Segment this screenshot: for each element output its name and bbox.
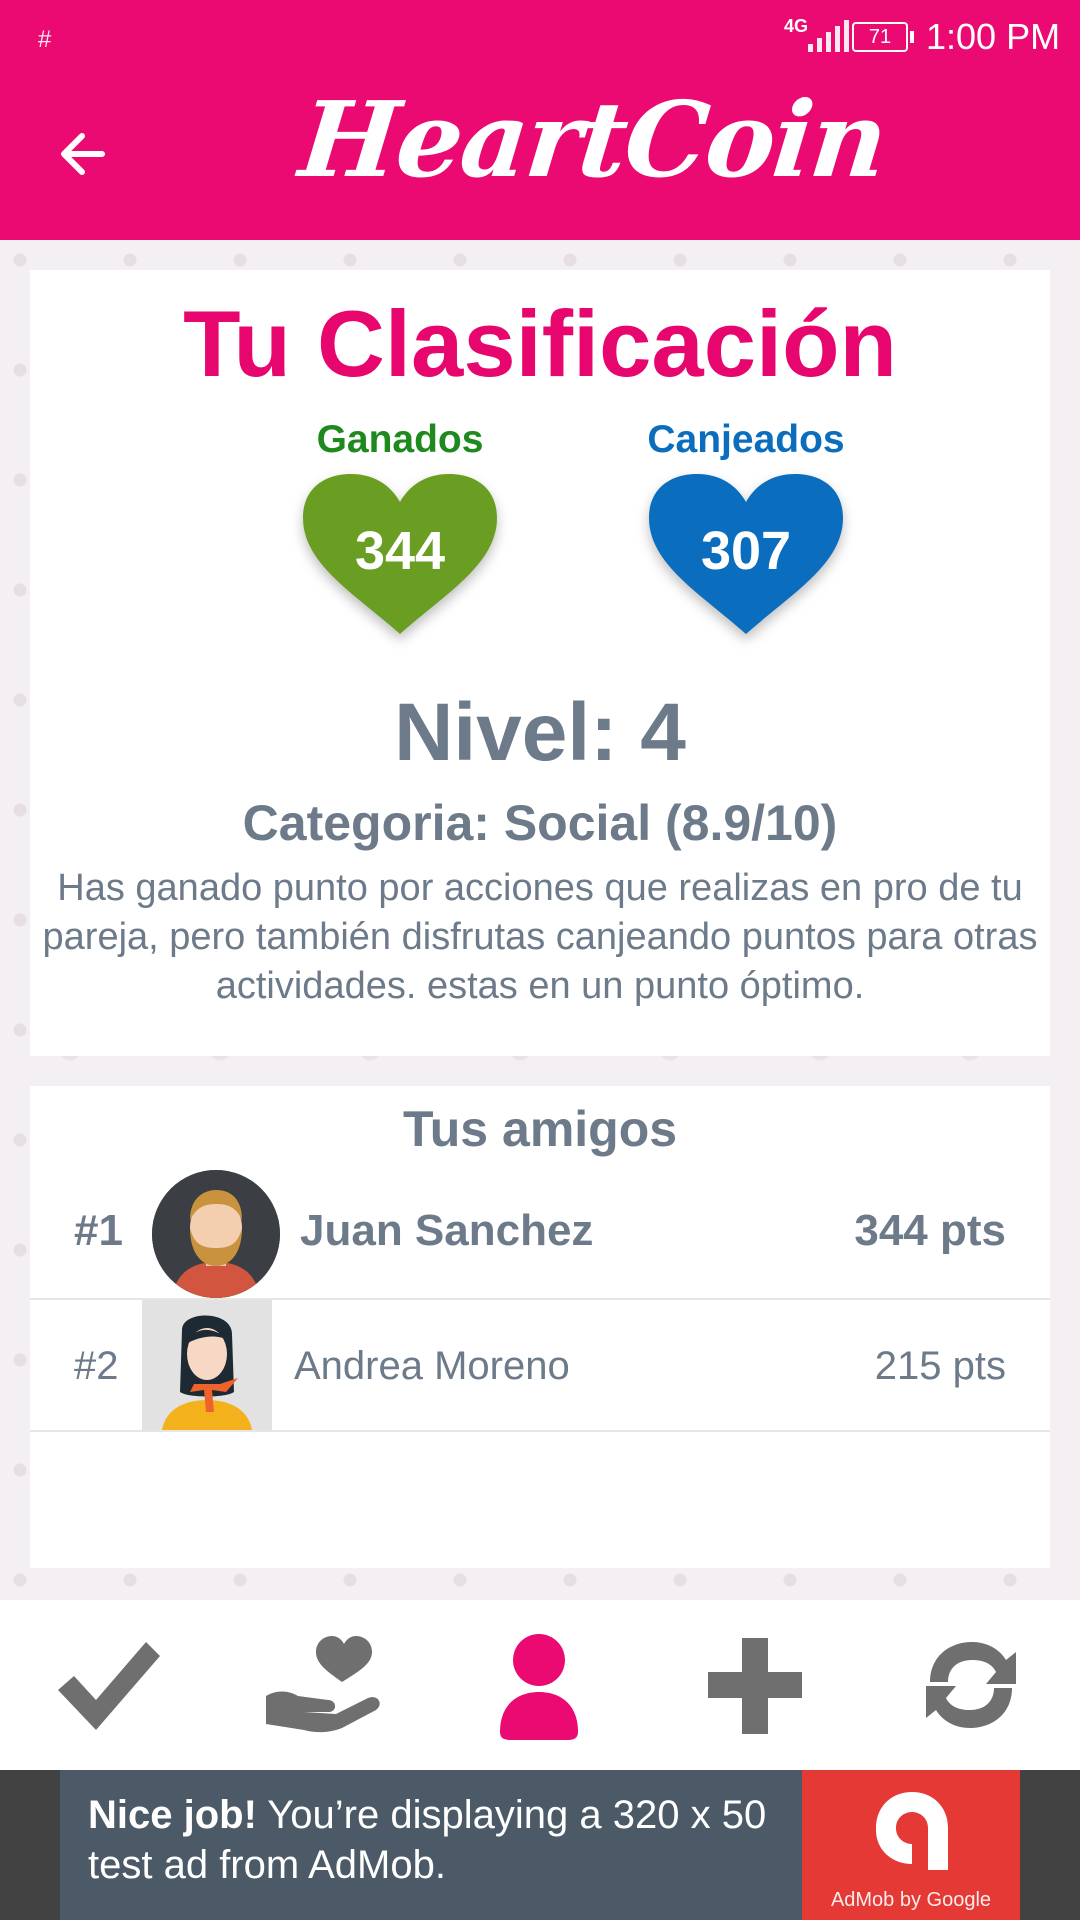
- woman-avatar-icon: [142, 1300, 272, 1430]
- nav-profile-button[interactable]: [474, 1620, 604, 1750]
- avatar: [142, 1300, 272, 1430]
- admob-icon: [876, 1792, 948, 1870]
- redeemed-value: 307: [700, 521, 792, 581]
- friend-row[interactable]: #2 Andrea Moreno 215 pts: [30, 1300, 1050, 1432]
- category-description: Has ganado punto por acciones que realiz…: [42, 867, 1038, 1007]
- friend-name: Andrea Moreno: [294, 1344, 570, 1388]
- bottom-navigation: [0, 1600, 1080, 1770]
- app-logo-title: HeartCoin: [294, 78, 892, 201]
- ranking-card: Tu Clasificación Ganados 344 Canjeados 3…: [30, 270, 1050, 1056]
- nav-tasks-button[interactable]: [44, 1620, 174, 1750]
- network-type: 4G: [784, 16, 809, 36]
- earned-label: Ganados: [316, 418, 484, 461]
- category-text: Categoria: Social (8.9/10): [242, 795, 838, 851]
- friend-points: 344 pts: [854, 1206, 1006, 1255]
- sync-icon: [926, 1642, 1016, 1728]
- clock: 1:00 PM: [926, 16, 1061, 57]
- admob-logo: AdMob by Google: [802, 1770, 1020, 1920]
- status-bar: # 4G 71 1:00 PM: [0, 0, 1080, 76]
- nav-redeem-button[interactable]: [258, 1620, 388, 1750]
- earned-value: 344: [354, 521, 446, 581]
- ad-banner[interactable]: Nice job! You’re displaying a 320 x 50 t…: [60, 1770, 1020, 1920]
- earned-heart: 344: [295, 468, 505, 640]
- friend-row[interactable]: #1 Juan Sanchez 344 pts: [30, 1168, 1050, 1300]
- level-text: Nivel: 4: [394, 687, 686, 778]
- redeemed-stat: Canjeados 307: [626, 418, 866, 640]
- friends-card: Tus amigos #1 Juan Sanchez 344 pts #2 An…: [30, 1086, 1050, 1568]
- nav-exchange-button[interactable]: [906, 1620, 1036, 1750]
- give-heart-icon: [266, 1636, 380, 1733]
- signal-icon: [808, 20, 849, 52]
- friend-rank: #1: [74, 1206, 123, 1255]
- friend-rank: #2: [74, 1344, 119, 1388]
- redeemed-label: Canjeados: [647, 418, 845, 461]
- ranking-title: Tu Clasificación: [183, 291, 897, 396]
- friends-title: Tus amigos: [402, 1101, 678, 1157]
- man-avatar-icon: [152, 1170, 280, 1298]
- ad-text: Nice job! You’re displaying a 320 x 50 t…: [88, 1790, 808, 1890]
- nav-add-button[interactable]: [690, 1620, 820, 1750]
- profile-icon: [500, 1634, 578, 1740]
- ad-banner-area: Nice job! You’re displaying a 320 x 50 t…: [0, 1770, 1080, 1920]
- check-icon: [58, 1642, 160, 1730]
- friend-name: Juan Sanchez: [300, 1206, 594, 1255]
- plus-icon: [708, 1638, 802, 1734]
- friend-points: 215 pts: [874, 1344, 1006, 1388]
- admob-caption: AdMob by Google: [830, 1889, 992, 1911]
- battery-icon: 71: [852, 22, 914, 52]
- back-button[interactable]: [52, 124, 112, 184]
- earned-stat: Ganados 344: [280, 418, 520, 640]
- ad-headline: Nice job!: [88, 1793, 257, 1837]
- app-header: # 4G 71 1:00 PM HeartCoin: [0, 0, 1080, 240]
- avatar: [152, 1170, 280, 1298]
- redeemed-heart: 307: [641, 468, 851, 640]
- notification-indicator: #: [38, 26, 52, 53]
- arrow-left-icon: [61, 133, 105, 175]
